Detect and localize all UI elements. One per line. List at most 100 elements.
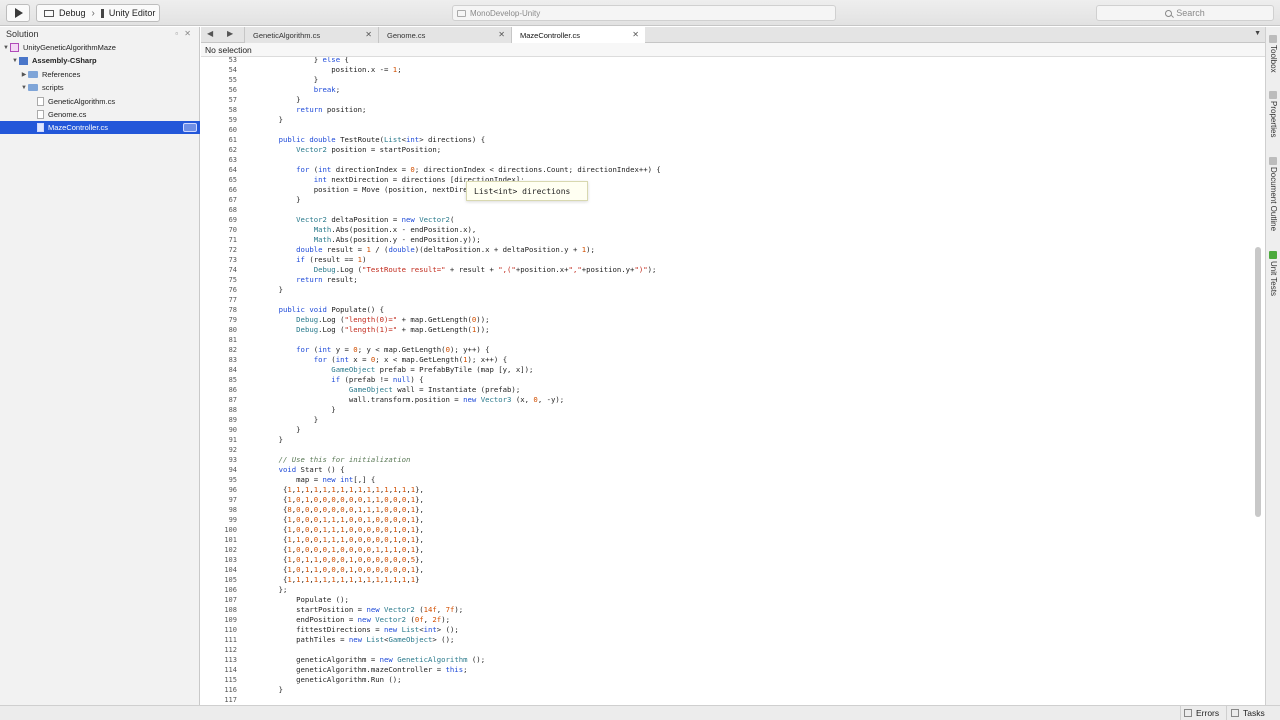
search-input[interactable]: Search xyxy=(1096,5,1274,21)
code-line[interactable]: Math.Abs(position.x - endPosition.x), xyxy=(261,225,477,235)
code-line[interactable]: } xyxy=(261,415,318,425)
code-line[interactable]: public void Populate() { xyxy=(261,305,384,315)
code-line[interactable]: for (int y = 0; y < map.GetLength(0); y+… xyxy=(261,345,489,355)
code-line[interactable]: Math.Abs(position.y - endPosition.y)); xyxy=(261,235,481,245)
close-icon[interactable]: ✕ xyxy=(365,30,372,39)
code-line[interactable]: map = new int[,] { xyxy=(261,475,375,485)
tree-item[interactable]: ▶ References xyxy=(0,68,200,81)
vertical-scrollbar[interactable] xyxy=(1255,247,1261,517)
file-options-icon[interactable] xyxy=(183,123,197,133)
tasks-button[interactable]: Tasks xyxy=(1231,708,1265,718)
code-line[interactable]: } else { xyxy=(261,57,349,65)
line-number: 72 xyxy=(228,246,237,254)
dock-unit-tests[interactable]: Unit Tests xyxy=(1269,261,1278,296)
expanded-icon[interactable]: ▼ xyxy=(2,44,10,52)
expanded-icon[interactable]: ▼ xyxy=(11,57,19,65)
code-line[interactable]: void Start () { xyxy=(261,465,345,475)
dock-properties[interactable]: Properties xyxy=(1269,101,1278,137)
collapsed-icon[interactable]: ▶ xyxy=(20,70,28,78)
tree-item[interactable]: GeneticAlgorithm.cs xyxy=(0,95,200,108)
code-line[interactable]: Debug.Log ("TestRoute result=" + result … xyxy=(261,265,657,275)
code-line[interactable]: fittestDirections = new List<int> (); xyxy=(261,625,459,635)
code-line[interactable]: {1,1,0,0,1,1,1,0,0,0,0,0,1,0,1}, xyxy=(261,535,424,545)
code-line[interactable]: GameObject prefab = PrefabByTile (map [y… xyxy=(261,365,533,375)
run-button[interactable] xyxy=(6,4,30,22)
code-line[interactable]: GameObject wall = Instantiate (prefab); xyxy=(261,385,520,395)
code-line[interactable]: } xyxy=(261,405,335,415)
code-line[interactable]: break; xyxy=(261,85,340,95)
code-line[interactable]: } xyxy=(261,75,318,85)
dock-document-outline[interactable]: Document Outline xyxy=(1269,167,1278,231)
code-line[interactable]: if (result == 1) xyxy=(261,255,366,265)
line-number: 76 xyxy=(228,286,237,294)
code-line[interactable]: } xyxy=(261,115,283,125)
nav-forward-icon[interactable]: ▶ xyxy=(227,29,233,38)
tab-genome[interactable]: Genome.cs ✕ xyxy=(378,27,511,43)
tree-item[interactable]: Genome.cs xyxy=(0,108,200,121)
tab-overflow-icon[interactable]: ▼ xyxy=(1254,30,1261,37)
errors-button[interactable]: Errors xyxy=(1184,708,1219,718)
line-number: 90 xyxy=(228,426,237,434)
code-line[interactable]: return position; xyxy=(261,105,366,115)
code-line[interactable]: geneticAlgorithm = new GeneticAlgorithm … xyxy=(261,655,485,665)
code-line[interactable]: startPosition = new Vector2 (14f, 7f); xyxy=(261,605,463,615)
code-line[interactable]: {1,0,0,0,0,1,0,0,0,0,1,1,1,0,1}, xyxy=(261,545,424,555)
line-number: 68 xyxy=(228,206,237,214)
target-label: Unity Editor xyxy=(108,8,156,18)
code-line[interactable]: } xyxy=(261,685,283,695)
code-line[interactable]: wall.transform.position = new Vector3 (x… xyxy=(261,395,564,405)
code-line[interactable]: Vector2 position = startPosition; xyxy=(261,145,441,155)
code-line[interactable]: Populate (); xyxy=(261,595,349,605)
code-line[interactable]: double result = 1 / (double)(deltaPositi… xyxy=(261,245,595,255)
code-line[interactable]: } xyxy=(261,195,300,205)
code-line[interactable]: return result; xyxy=(261,275,358,285)
code-line[interactable]: {1,1,1,1,1,1,1,1,1,1,1,1,1,1,1} xyxy=(261,575,420,585)
line-number: 53 xyxy=(228,57,237,64)
run-configuration-selector[interactable]: Debug › Unity Editor xyxy=(36,4,160,22)
tab-geneticalgorithm[interactable]: GeneticAlgorithm.cs ✕ xyxy=(244,27,378,43)
tree-item[interactable]: ▼ Assembly-CSharp xyxy=(0,54,200,67)
code-line[interactable]: {1,1,1,1,1,1,1,1,1,1,1,1,1,1,1}, xyxy=(261,485,424,495)
monodevelop-window: Debug › Unity Editor MonoDevelop-Unity S… xyxy=(0,0,1280,720)
code-line[interactable]: Vector2 deltaPosition = new Vector2( xyxy=(261,215,454,225)
code-line[interactable]: if (prefab != null) { xyxy=(261,375,423,385)
code-line[interactable]: } xyxy=(261,425,300,435)
code-line[interactable]: } xyxy=(261,435,283,445)
code-line[interactable]: for (int directionIndex = 0; directionIn… xyxy=(261,165,661,175)
expanded-icon[interactable]: ▼ xyxy=(20,84,28,92)
code-editor[interactable]: 53 54 55 56 57 58 59 60 61 62 63 64 65 66 67 68 69 70 71 72… xyxy=(201,57,1265,705)
code-line[interactable]: {1,0,1,1,0,0,0,1,0,0,0,0,0,0,1}, xyxy=(261,565,424,575)
code-line[interactable]: {1,0,1,1,0,0,0,1,0,0,0,0,0,0,5}, xyxy=(261,555,424,565)
code-line[interactable]: position = Move (position, nextDirection… xyxy=(261,185,499,195)
code-line[interactable]: {1,0,0,0,1,1,1,0,0,0,0,0,1,0,1}, xyxy=(261,525,424,535)
nav-back-icon[interactable]: ◀ xyxy=(207,29,213,38)
code-line[interactable]: // Use this for initialization xyxy=(261,455,411,465)
code-line[interactable]: geneticAlgorithm.Run (); xyxy=(261,675,401,685)
code-line[interactable]: for (int x = 0; x < map.GetLength(1); x+… xyxy=(261,355,507,365)
code-line[interactable]: position.x -= 1; xyxy=(261,65,401,75)
code-line[interactable]: Debug.Log ("length(0)=" + map.GetLength(… xyxy=(261,315,489,325)
tree-item[interactable]: ▼ UnityGeneticAlgorithmMaze xyxy=(0,41,200,54)
code-line[interactable]: public double TestRoute(List<int> direct… xyxy=(261,135,486,145)
tree-item[interactable]: MazeController.cs xyxy=(0,121,200,135)
breadcrumb[interactable]: No selection xyxy=(201,43,1265,57)
code-line[interactable]: endPosition = new Vector2 (0f, 2f); xyxy=(261,615,450,625)
code-line[interactable]: {1,0,1,0,0,0,0,0,0,1,1,0,0,0,1}, xyxy=(261,495,424,505)
code-line[interactable]: Debug.Log ("length(1)=" + map.GetLength(… xyxy=(261,325,489,335)
code-line[interactable]: } xyxy=(261,95,300,105)
pad-controls[interactable]: ▫ ✕ xyxy=(175,29,193,38)
code-line[interactable]: geneticAlgorithm.mazeController = this; xyxy=(261,665,467,675)
project-icon xyxy=(19,56,28,65)
code-line[interactable]: {8,0,0,0,0,0,0,0,1,1,1,0,0,0,1}, xyxy=(261,505,424,515)
close-icon[interactable]: ✕ xyxy=(498,30,505,39)
code-line[interactable]: pathTiles = new List<GameObject> (); xyxy=(261,635,454,645)
tab-mazecontroller[interactable]: MazeController.cs ✕ xyxy=(511,27,645,43)
close-icon[interactable]: ✕ xyxy=(632,30,639,39)
code-line[interactable]: }; xyxy=(261,585,288,595)
code-line[interactable]: {1,0,0,0,1,1,1,0,0,1,0,0,0,0,1}, xyxy=(261,515,424,525)
line-number: 80 xyxy=(228,326,237,334)
tree-item[interactable]: ▼ scripts xyxy=(0,81,200,94)
dock-toolbox[interactable]: Toolbox xyxy=(1269,45,1278,73)
code-line[interactable]: } xyxy=(261,285,283,295)
line-number: 111 xyxy=(224,636,237,644)
